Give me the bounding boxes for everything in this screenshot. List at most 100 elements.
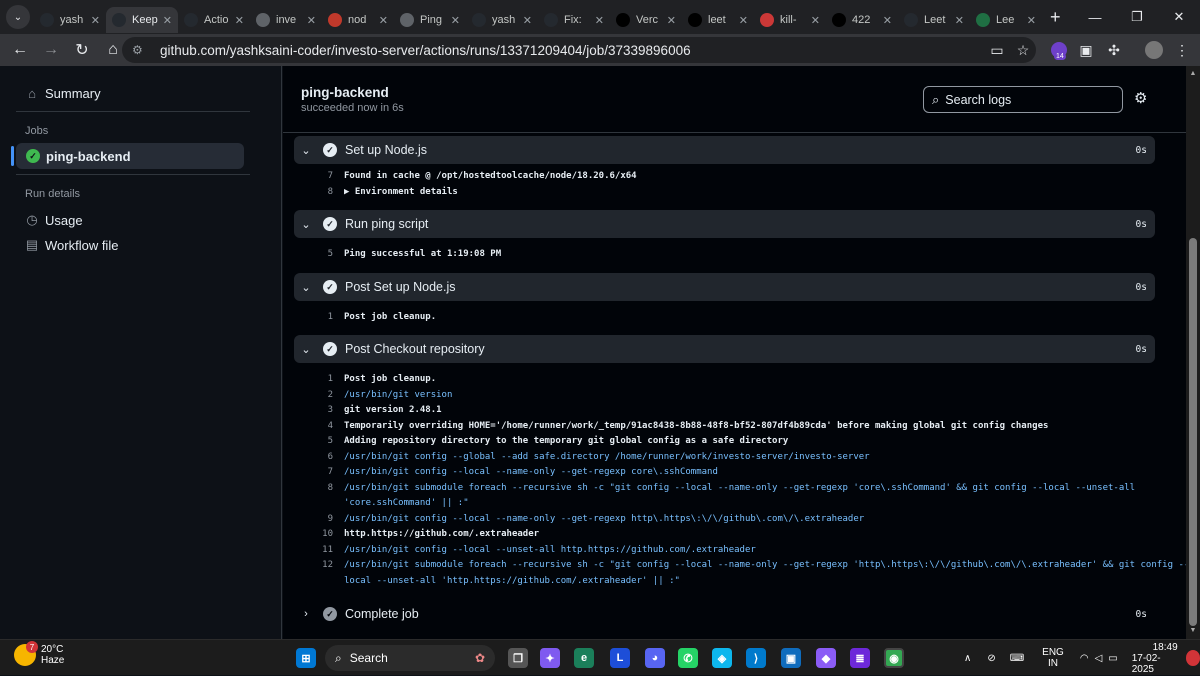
- browser-tab[interactable]: Actio ✕: [178, 7, 250, 33]
- close-tab-icon[interactable]: ✕: [739, 14, 748, 27]
- browser-tab[interactable]: Ping ✕: [394, 7, 466, 33]
- log-step-header[interactable]: ⌄ ✓ Post Checkout repository 0s: [294, 335, 1155, 363]
- line-number[interactable]: 8: [313, 187, 333, 197]
- browser-tab[interactable]: 422 ✕: [826, 7, 898, 33]
- log-step-header[interactable]: ⌄ ✓ Set up Node.js 0s: [294, 136, 1155, 164]
- vscode-icon[interactable]: ⟩: [746, 648, 766, 668]
- chevron-down-icon[interactable]: ⌄: [294, 144, 318, 157]
- close-tab-icon[interactable]: ✕: [235, 14, 244, 27]
- bookmark-star-icon[interactable]: ☆: [1010, 42, 1036, 59]
- close-tab-icon[interactable]: ✕: [163, 14, 172, 27]
- install-app-icon[interactable]: ▭: [984, 42, 1010, 59]
- minimize-icon[interactable]: —: [1074, 0, 1116, 34]
- usage-link[interactable]: ◷ Usage: [25, 212, 82, 228]
- tab-search-dropdown-icon[interactable]: ⌄: [6, 5, 30, 29]
- line-number[interactable]: 9: [313, 514, 333, 524]
- close-window-icon[interactable]: ✕: [1158, 0, 1200, 34]
- forward-icon[interactable]: →: [37, 36, 65, 64]
- line-number[interactable]: 5: [313, 249, 333, 259]
- close-tab-icon[interactable]: ✕: [955, 14, 964, 27]
- battery-icon[interactable]: ▭: [1108, 653, 1117, 664]
- docker-icon[interactable]: ◈: [712, 648, 732, 668]
- start-windows-icon[interactable]: ⊞: [296, 648, 316, 668]
- search-logs-input[interactable]: ⌕ Search logs: [923, 86, 1123, 113]
- line-number[interactable]: 7: [313, 467, 333, 477]
- line-number[interactable]: 1: [313, 312, 333, 322]
- workflow-file-link[interactable]: ▤ Workflow file: [25, 237, 119, 253]
- browser-tab[interactable]: inve ✕: [250, 7, 322, 33]
- reload-icon[interactable]: ↻: [68, 36, 96, 64]
- line-number[interactable]: 6: [313, 452, 333, 462]
- site-info-icon[interactable]: ⚙: [132, 43, 150, 57]
- back-icon[interactable]: ←: [6, 36, 34, 64]
- browser-menu-icon[interactable]: ⋮: [1172, 37, 1192, 63]
- keyboard-icon[interactable]: ⌨: [1010, 653, 1024, 664]
- gear-icon[interactable]: ⚙: [1134, 89, 1147, 107]
- extensions-puzzle-icon[interactable]: ✣: [1103, 37, 1125, 63]
- log-step-header[interactable]: › ✓ Complete job 0s: [294, 600, 1155, 628]
- whatsapp-icon[interactable]: ✆: [678, 648, 698, 668]
- log-step-header[interactable]: ⌄ ✓ Post Set up Node.js 0s: [294, 273, 1155, 301]
- language-indicator[interactable]: ENG IN: [1042, 647, 1064, 669]
- page-scrollbar[interactable]: ▲ ▼: [1186, 66, 1200, 639]
- clock[interactable]: 18:49 17-02-2025: [1132, 642, 1178, 675]
- line-number[interactable]: 2: [313, 390, 333, 400]
- line-number[interactable]: 1: [313, 374, 333, 384]
- task-view-icon[interactable]: ❐: [508, 648, 528, 668]
- weather-widget[interactable]: 7 20°C Haze: [14, 641, 64, 666]
- line-number[interactable]: 3: [313, 405, 333, 415]
- sidebar-item-ping-backend[interactable]: ✓ ping-backend: [11, 143, 244, 169]
- notes-icon[interactable]: ≣: [850, 648, 870, 668]
- url-text[interactable]: github.com/yashksaini-coder/investo-serv…: [160, 43, 984, 58]
- scroll-down-icon[interactable]: ▼: [1186, 627, 1200, 634]
- extension-badge-icon[interactable]: 14: [1048, 37, 1070, 63]
- browser-tab[interactable]: Keep ✕: [106, 7, 178, 33]
- obsidian-icon[interactable]: ◆: [816, 648, 836, 668]
- close-tab-icon[interactable]: ✕: [811, 14, 820, 27]
- discord-icon[interactable]: ◕: [645, 648, 665, 668]
- browser-tab[interactable]: leet ✕: [682, 7, 754, 33]
- scrollbar-thumb[interactable]: [1189, 238, 1197, 626]
- edge-icon[interactable]: e: [574, 648, 594, 668]
- chrome-icon[interactable]: ◉: [884, 648, 904, 668]
- log-step-header[interactable]: ⌄ ✓ Run ping script 0s: [294, 210, 1155, 238]
- chevron-down-icon[interactable]: ⌄: [294, 218, 318, 231]
- close-tab-icon[interactable]: ✕: [307, 14, 316, 27]
- close-tab-icon[interactable]: ✕: [523, 14, 532, 27]
- network-off-icon[interactable]: ⊘: [987, 653, 995, 664]
- close-tab-icon[interactable]: ✕: [883, 14, 892, 27]
- browser-tab[interactable]: kill- ✕: [754, 7, 826, 33]
- chevron-down-icon[interactable]: ⌄: [294, 281, 318, 294]
- line-number[interactable]: 4: [313, 421, 333, 431]
- profile-avatar[interactable]: [1143, 37, 1165, 63]
- new-tab-button[interactable]: +: [1050, 7, 1061, 28]
- close-tab-icon[interactable]: ✕: [595, 14, 604, 27]
- line-number[interactable]: 8: [313, 483, 333, 493]
- line-number[interactable]: 10: [313, 529, 333, 539]
- copilot-icon[interactable]: ✦: [540, 648, 560, 668]
- browser-tab[interactable]: Fix: ✕: [538, 7, 610, 33]
- close-tab-icon[interactable]: ✕: [667, 14, 676, 27]
- close-tab-icon[interactable]: ✕: [1027, 14, 1036, 27]
- browser-tab[interactable]: Lee ✕: [970, 7, 1042, 33]
- chevron-down-icon[interactable]: ⌄: [294, 343, 318, 356]
- close-tab-icon[interactable]: ✕: [91, 14, 100, 27]
- browser-tab[interactable]: nod ✕: [322, 7, 394, 33]
- volume-icon[interactable]: ◁: [1095, 653, 1103, 664]
- wifi-icon[interactable]: ◠: [1080, 653, 1089, 664]
- browser-tab[interactable]: yash ✕: [466, 7, 538, 33]
- browser-tab[interactable]: yash ✕: [34, 7, 106, 33]
- address-bar[interactable]: ⚙ github.com/yashksaini-coder/investo-se…: [122, 37, 1036, 63]
- line-number[interactable]: 5: [313, 436, 333, 446]
- line-number[interactable]: 12: [313, 560, 333, 570]
- summary-link[interactable]: ⌂ Summary: [25, 86, 101, 101]
- store-icon[interactable]: ▣: [781, 648, 801, 668]
- browser-tab[interactable]: Verc ✕: [610, 7, 682, 33]
- taskbar-search[interactable]: ⌕ Search ✿: [325, 645, 495, 671]
- close-tab-icon[interactable]: ✕: [379, 14, 388, 27]
- app-l-icon[interactable]: L: [610, 648, 630, 668]
- tray-chevron-icon[interactable]: ∧: [964, 653, 971, 664]
- scroll-up-icon[interactable]: ▲: [1186, 70, 1200, 77]
- browser-tab[interactable]: Leet ✕: [898, 7, 970, 33]
- notification-icon[interactable]: [1185, 650, 1200, 666]
